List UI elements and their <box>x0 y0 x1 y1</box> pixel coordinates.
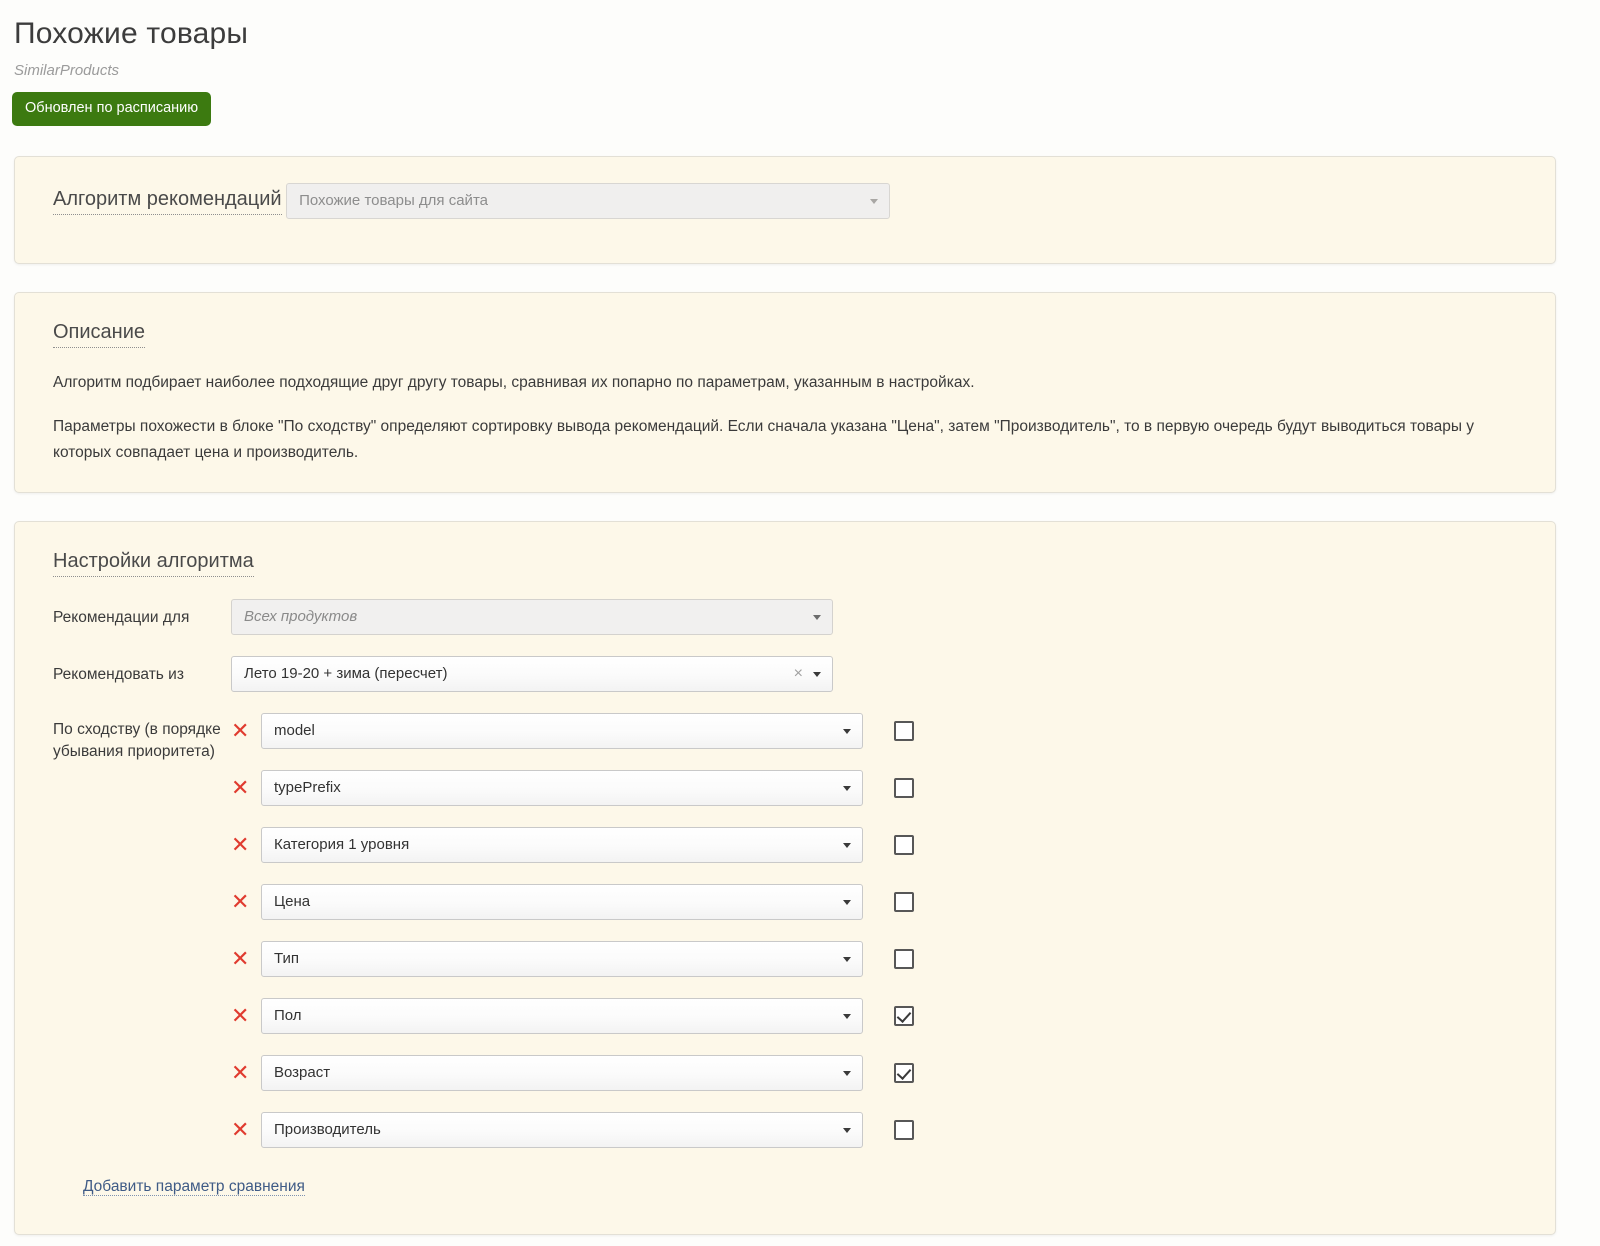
page-subtitle: SimilarProducts <box>14 62 120 79</box>
chevron-down-icon <box>843 785 851 791</box>
recommend-from-label: Рекомендовать из <box>53 665 184 683</box>
settings-card-heading: Настройки алгоритма <box>53 548 254 577</box>
add-comparison-parameter-link[interactable]: Добавить параметр сравнения <box>83 1177 305 1196</box>
similarity-parameter-select[interactable]: Производитель <box>261 1111 863 1148</box>
chevron-down-icon <box>843 1070 851 1076</box>
similarity-parameter-checkbox[interactable] <box>894 948 914 969</box>
recommend-from-row: Рекомендовать из Лето 19-20 + зима (пере… <box>53 655 1517 692</box>
similarity-parameter-value: Производитель <box>274 1120 381 1138</box>
chevron-down-icon <box>843 899 851 905</box>
clear-icon[interactable]: × <box>794 665 803 683</box>
similarity-parameter-checkbox[interactable] <box>894 777 914 798</box>
algorithm-select[interactable]: Похожие товары для сайта <box>286 182 891 219</box>
similarity-parameter-list: ✕ model ✕ typePrefix ✕ Категория 1 уровня ✕ Цен… <box>231 712 1517 1148</box>
description-card: Описание Алгоритм подбирает наиболее под… <box>14 291 1556 493</box>
similarity-parameter-checkbox[interactable] <box>894 1119 914 1140</box>
recommend-from-select[interactable]: Лето 19-20 + зима (пересчет) × <box>231 655 833 692</box>
similarity-parameter-checkbox[interactable] <box>894 834 914 855</box>
badge-row: Обновлен по расписанию <box>12 92 1600 126</box>
recommend-from-value: Лето 19-20 + зима (пересчет) <box>244 664 448 682</box>
recommend-for-value: Всех продуктов <box>244 607 358 625</box>
description-paragraph-1: Алгоритм подбирает наиболее подходящие д… <box>53 373 975 391</box>
chevron-down-icon <box>813 614 821 620</box>
remove-icon[interactable]: ✕ <box>231 833 261 855</box>
similarity-parameter-value: Пол <box>274 1006 302 1024</box>
similarity-parameter-value: Цена <box>274 892 311 910</box>
chevron-down-icon <box>843 956 851 962</box>
similarity-parameter-select[interactable]: Цена <box>261 883 863 920</box>
chevron-down-icon <box>843 1013 851 1019</box>
remove-icon[interactable]: ✕ <box>231 890 261 912</box>
status-badge: Обновлен по расписанию <box>12 92 212 126</box>
recommend-for-label: Рекомендации для <box>53 608 190 626</box>
page-title: Похожие товары <box>14 17 249 50</box>
similarity-parameter-select[interactable]: Возраст <box>261 1054 863 1091</box>
similarity-parameter-checkbox[interactable] <box>894 891 914 912</box>
similarity-parameter-checkbox[interactable] <box>894 1005 914 1026</box>
remove-icon[interactable]: ✕ <box>231 719 261 741</box>
algorithm-select-value: Похожие товары для сайта <box>299 191 488 209</box>
settings-card: Настройки алгоритма Рекомендации для Все… <box>14 520 1556 1235</box>
similarity-parameter-select[interactable]: typePrefix <box>261 769 863 806</box>
similarity-parameter-value: Возраст <box>274 1063 331 1081</box>
recommend-for-select[interactable]: Всех продуктов <box>231 598 833 635</box>
page-container: Похожие товары SimilarProducts Обновлен … <box>0 0 1600 1235</box>
similarity-parameter-value: Категория 1 уровня <box>274 835 410 853</box>
similarity-row: По сходству (в порядке убывания приорите… <box>53 712 1517 1148</box>
add-link-wrap: Добавить параметр сравнения <box>53 1176 1517 1198</box>
similarity-parameter-value: Тип <box>274 949 300 967</box>
similarity-parameter-value: model <box>274 721 315 739</box>
similarity-parameter-checkbox[interactable] <box>894 1062 914 1083</box>
remove-icon[interactable]: ✕ <box>231 947 261 969</box>
similarity-row: ✕ Цена <box>231 883 1517 920</box>
similarity-row: ✕ typePrefix <box>231 769 1517 806</box>
similarity-parameter-select[interactable]: Категория 1 уровня <box>261 826 863 863</box>
similarity-parameter-select[interactable]: model <box>261 712 863 749</box>
similarity-label: По сходству (в порядке убывания приорите… <box>53 720 221 760</box>
similarity-row: ✕ Возраст <box>231 1054 1517 1091</box>
similarity-row: ✕ Категория 1 уровня <box>231 826 1517 863</box>
chevron-down-icon <box>843 1127 851 1133</box>
chevron-down-icon <box>813 671 821 677</box>
recommend-for-row: Рекомендации для Всех продуктов <box>53 598 1517 635</box>
remove-icon[interactable]: ✕ <box>231 1118 261 1140</box>
chevron-down-icon <box>843 728 851 734</box>
similarity-parameter-value: typePrefix <box>274 778 341 796</box>
similarity-row: ✕ model <box>231 712 1517 749</box>
remove-icon[interactable]: ✕ <box>231 776 261 798</box>
similarity-row: ✕ Пол <box>231 997 1517 1034</box>
description-card-heading: Описание <box>53 319 146 348</box>
chevron-down-icon <box>870 198 879 204</box>
similarity-parameter-select[interactable]: Тип <box>261 940 863 977</box>
algorithm-card-heading: Алгоритм рекомендаций <box>53 186 282 215</box>
similarity-parameter-select[interactable]: Пол <box>261 997 863 1034</box>
algorithm-card: Алгоритм рекомендаций Похожие товары для… <box>14 155 1556 264</box>
chevron-down-icon <box>843 842 851 848</box>
similarity-row: ✕ Производитель <box>231 1111 1517 1148</box>
description-paragraph-2: Параметры похожести в блоке "По сходству… <box>53 417 1475 461</box>
similarity-row: ✕ Тип <box>231 940 1517 977</box>
remove-icon[interactable]: ✕ <box>231 1061 261 1083</box>
remove-icon[interactable]: ✕ <box>231 1004 261 1026</box>
similarity-parameter-checkbox[interactable] <box>894 720 914 741</box>
